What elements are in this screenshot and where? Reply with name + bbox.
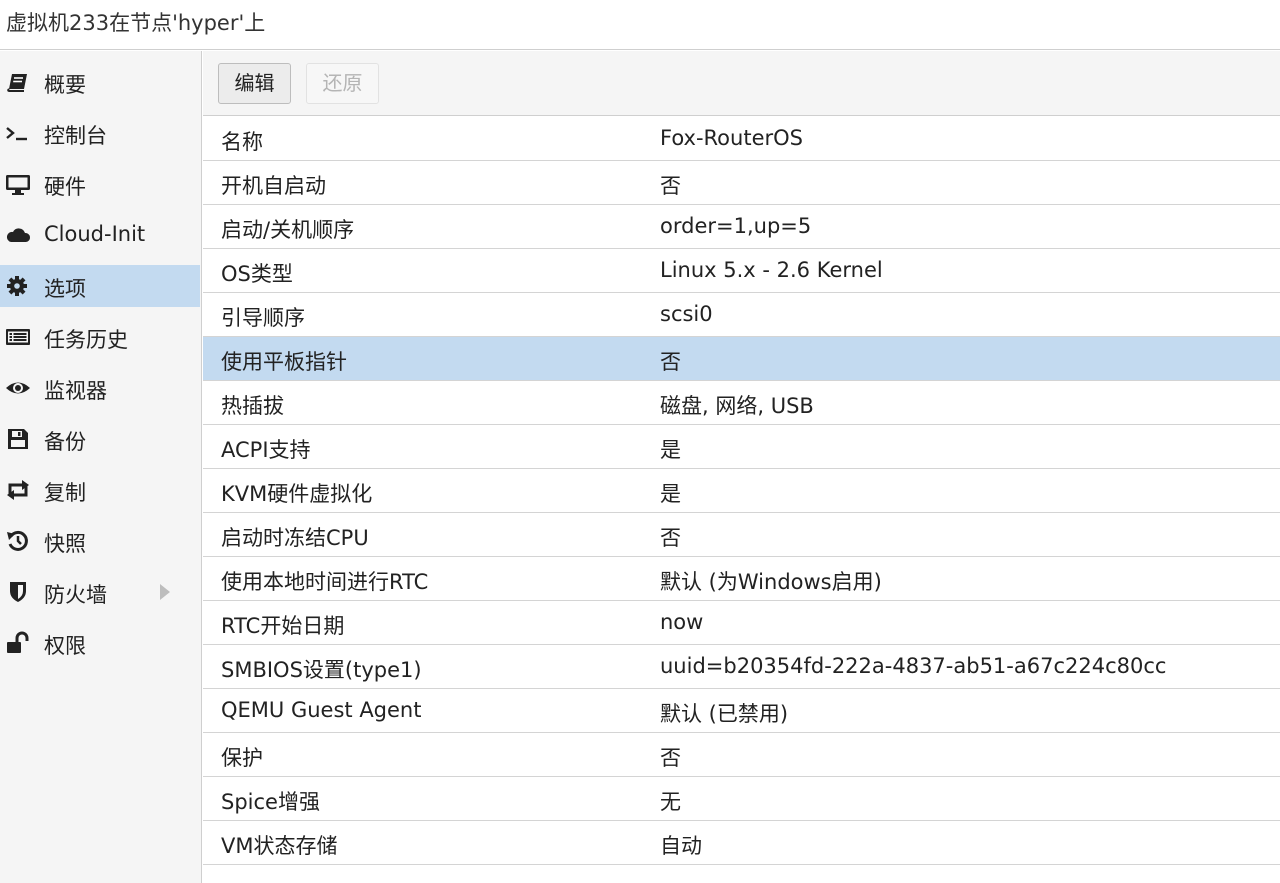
sidebar-item-console[interactable]: 控制台: [0, 112, 200, 154]
options-grid: 名称 Fox-RouterOS 开机自启动 否 启动/关机顺序 order=1,…: [203, 117, 1280, 865]
sidebar-item-label: 概要: [44, 73, 86, 97]
option-value: 磁盘, 网络, USB: [660, 394, 814, 418]
option-row-tablet-pointer[interactable]: 使用平板指针 否: [203, 337, 1280, 381]
shield-icon: [5, 580, 31, 604]
sidebar-item-label: Cloud-Init: [44, 222, 146, 246]
cloud-icon: [5, 223, 31, 247]
option-key: SMBIOS设置(type1): [221, 658, 422, 682]
sidebar-item-summary[interactable]: 概要: [0, 61, 200, 103]
sidebar-item-label: 选项: [44, 277, 86, 301]
revert-button[interactable]: 还原: [306, 63, 379, 104]
sidebar-item-label: 任务历史: [44, 328, 128, 352]
option-value: 否: [660, 526, 681, 550]
expand-arrow-icon[interactable]: [160, 584, 170, 600]
sidebar-item-label: 备份: [44, 430, 86, 454]
sidebar-item-label: 防火墙: [44, 583, 107, 607]
option-value: Linux 5.x - 2.6 Kernel: [660, 258, 883, 282]
option-value: order=1,up=5: [660, 214, 812, 238]
options-panel: 编辑 还原 名称 Fox-RouterOS 开机自启动 否 启动/关机顺序 or…: [203, 51, 1280, 883]
option-key: KVM硬件虚拟化: [221, 482, 373, 506]
option-key: RTC开始日期: [221, 614, 345, 638]
option-row-start-at-boot[interactable]: 开机自启动 否: [203, 161, 1280, 205]
option-row-spice-enhancements[interactable]: Spice增强 无: [203, 777, 1280, 821]
gear-icon: [5, 274, 31, 298]
sidebar-item-label: 监视器: [44, 379, 107, 403]
sidebar-item-options[interactable]: 选项: [0, 265, 200, 307]
option-row-localtime-rtc[interactable]: 使用本地时间进行RTC 默认 (为Windows启用): [203, 557, 1280, 601]
sidebar-item-replication[interactable]: 复制: [0, 469, 200, 511]
sidebar-item-label: 复制: [44, 481, 86, 505]
terminal-icon: [5, 121, 31, 145]
option-value: uuid=b20354fd-222a-4837-ab51-a67c224c80c…: [660, 654, 1167, 678]
unlock-icon: [5, 631, 31, 655]
option-key: Spice增强: [221, 790, 320, 814]
option-key: 引导顺序: [221, 306, 305, 330]
sidebar-item-backup[interactable]: 备份: [0, 418, 200, 460]
history-icon: [5, 529, 31, 553]
sidebar-item-monitor[interactable]: 监视器: [0, 367, 200, 409]
book-icon: [5, 70, 31, 94]
option-value: 自动: [660, 834, 702, 858]
sidebar-item-hardware[interactable]: 硬件: [0, 163, 200, 205]
option-key: VM状态存储: [221, 834, 338, 858]
sidebar-item-label: 权限: [44, 634, 86, 658]
option-key: 启动时冻结CPU: [221, 526, 369, 550]
option-key: 使用平板指针: [221, 350, 347, 374]
sidebar-item-label: 快照: [44, 532, 86, 556]
option-key: ACPI支持: [221, 438, 311, 462]
option-row-startup-order[interactable]: 启动/关机顺序 order=1,up=5: [203, 205, 1280, 249]
option-value: scsi0: [660, 302, 713, 326]
title-bar: 虚拟机233在节点'hyper'上: [0, 0, 1280, 50]
floppy-icon: [5, 427, 31, 451]
option-row-protection[interactable]: 保护 否: [203, 733, 1280, 777]
option-value: 默认 (为Windows启用): [660, 570, 882, 594]
option-key: QEMU Guest Agent: [221, 698, 422, 722]
option-value: 是: [660, 482, 681, 506]
option-row-hotplug[interactable]: 热插拔 磁盘, 网络, USB: [203, 381, 1280, 425]
option-row-qemu-agent[interactable]: QEMU Guest Agent 默认 (已禁用): [203, 689, 1280, 733]
toolbar: 编辑 还原: [203, 51, 1280, 116]
option-value: 无: [660, 790, 681, 814]
option-value: 默认 (已禁用): [660, 702, 789, 726]
option-row-smbios[interactable]: SMBIOS设置(type1) uuid=b20354fd-222a-4837-…: [203, 645, 1280, 689]
option-row-acpi[interactable]: ACPI支持 是: [203, 425, 1280, 469]
option-key: 名称: [221, 130, 263, 154]
monitor-icon: [5, 172, 31, 196]
sidebar-item-firewall[interactable]: 防火墙: [0, 571, 200, 613]
option-key: OS类型: [221, 262, 293, 286]
option-row-rtc-start-date[interactable]: RTC开始日期 now: [203, 601, 1280, 645]
sidebar-item-snapshots[interactable]: 快照: [0, 520, 200, 562]
option-value: 否: [660, 174, 681, 198]
option-row-kvm[interactable]: KVM硬件虚拟化 是: [203, 469, 1280, 513]
sidebar-item-label: 硬件: [44, 175, 86, 199]
option-value: 否: [660, 746, 681, 770]
sidebar-item-label: 控制台: [44, 124, 107, 148]
sidebar-item-cloud-init[interactable]: Cloud-Init: [0, 214, 200, 256]
eye-icon: [5, 376, 31, 400]
sidebar-item-permissions[interactable]: 权限: [0, 622, 200, 664]
option-row-freeze-cpu[interactable]: 启动时冻结CPU 否: [203, 513, 1280, 557]
option-key: 使用本地时间进行RTC: [221, 570, 429, 594]
option-row-name[interactable]: 名称 Fox-RouterOS: [203, 117, 1280, 161]
list-icon: [5, 325, 31, 349]
retweet-icon: [5, 478, 31, 502]
option-key: 保护: [221, 746, 263, 770]
option-value: 否: [660, 350, 681, 374]
edit-button[interactable]: 编辑: [218, 63, 291, 104]
option-key: 启动/关机顺序: [221, 218, 355, 242]
option-key: 开机自启动: [221, 174, 326, 198]
sidebar: 概要 控制台 硬件 Cloud-Init 选项 任务历史 监视器 备份 复制 快…: [0, 51, 202, 883]
option-row-boot-order[interactable]: 引导顺序 scsi0: [203, 293, 1280, 337]
page-title: 虚拟机233在节点'hyper'上: [6, 11, 266, 35]
option-row-vmstate-storage[interactable]: VM状态存储 自动: [203, 821, 1280, 865]
option-key: 热插拔: [221, 394, 284, 418]
option-value: 是: [660, 438, 681, 462]
option-value: now: [660, 610, 704, 634]
option-row-os-type[interactable]: OS类型 Linux 5.x - 2.6 Kernel: [203, 249, 1280, 293]
sidebar-item-task-history[interactable]: 任务历史: [0, 316, 200, 358]
option-value: Fox-RouterOS: [660, 126, 803, 150]
